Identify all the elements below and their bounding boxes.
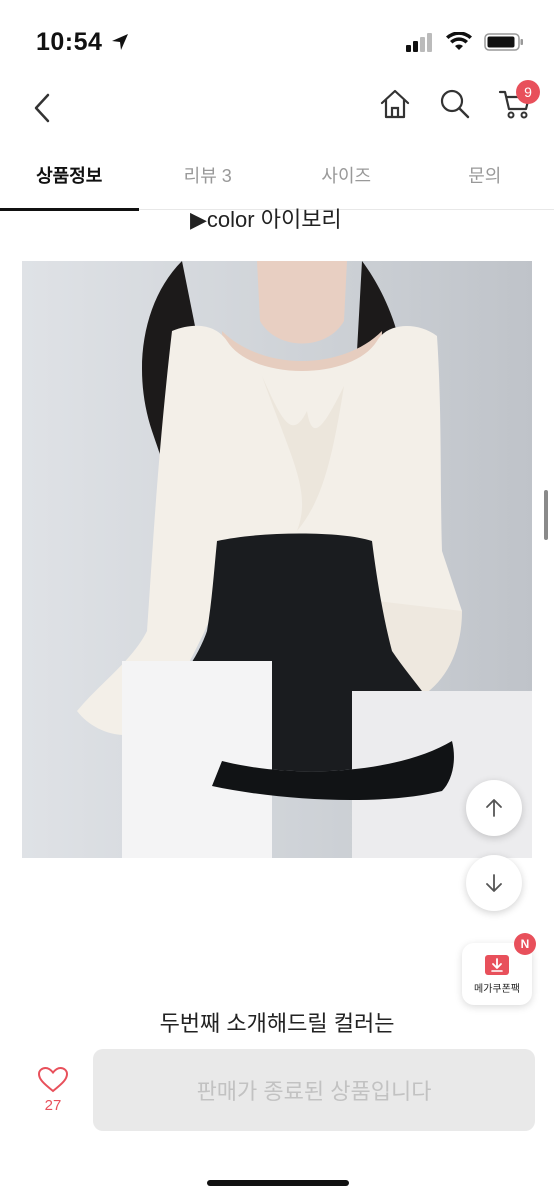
search-button[interactable]: [436, 84, 474, 124]
tab-size[interactable]: 사이즈: [277, 148, 416, 209]
tab-reviews[interactable]: 리뷰 3: [139, 148, 278, 209]
product-tabs: 상품정보 리뷰 3 사이즈 문의: [0, 148, 554, 211]
home-button[interactable]: [376, 84, 414, 124]
heart-icon: [38, 1067, 68, 1093]
arrow-up-icon: [486, 799, 502, 817]
cart-button[interactable]: 9: [496, 80, 540, 124]
arrow-down-icon: [486, 874, 502, 892]
status-time: 10:54: [36, 28, 103, 56]
coupon-new-badge: N: [514, 933, 536, 955]
nav-actions: 9: [376, 80, 540, 124]
chevron-left-icon: [34, 93, 50, 123]
description-text: 두번째 소개해드릴 컬러는: [159, 1011, 395, 1036]
location-arrow-icon: [112, 34, 128, 50]
scroll-up-button[interactable]: [466, 780, 522, 836]
like-count: 27: [44, 1097, 62, 1114]
like-button[interactable]: 27: [36, 1067, 70, 1114]
battery-icon: [484, 33, 523, 51]
status-bar: 10:54: [0, 0, 554, 88]
back-button[interactable]: [24, 88, 60, 128]
search-icon: [440, 89, 470, 119]
tab-inquiry[interactable]: 문의: [416, 148, 554, 209]
coupon-download-icon: [485, 954, 509, 975]
tab-product-info[interactable]: 상품정보: [0, 148, 139, 211]
home-indicator: [207, 1180, 349, 1186]
scroll-down-button[interactable]: [466, 855, 522, 911]
scrollbar[interactable]: [544, 490, 548, 540]
mega-coupon-pack-button[interactable]: 메가쿠폰팩 N: [462, 933, 536, 1005]
top-navigation: 9: [0, 80, 554, 140]
cart-count-badge: 9: [516, 80, 540, 104]
color-caption: ▶color 아이보리: [190, 207, 342, 232]
sold-out-button[interactable]: 판매가 종료된 상품입니다: [93, 1049, 535, 1131]
wifi-icon: [446, 32, 472, 50]
product-image: [22, 261, 532, 858]
coupon-label: 메가쿠폰팩: [474, 983, 520, 995]
status-icons: [406, 32, 524, 52]
cellular-signal-icon: [406, 33, 432, 52]
home-icon: [380, 89, 410, 119]
